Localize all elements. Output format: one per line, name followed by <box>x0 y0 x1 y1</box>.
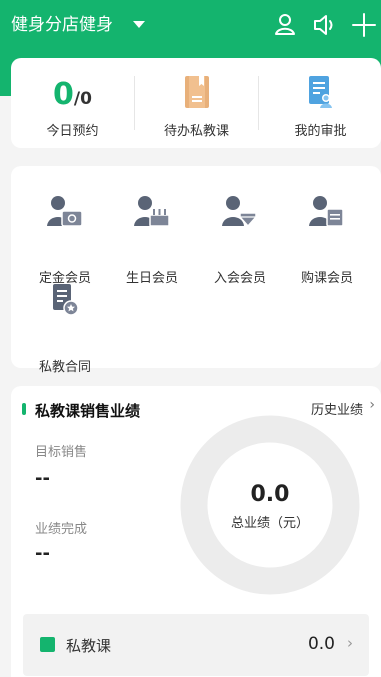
section-marker <box>22 403 26 415</box>
completion-value: -- <box>35 543 50 564</box>
person-icon[interactable] <box>273 12 299 38</box>
legend-swatch <box>40 637 55 652</box>
member-label: 私教合同 <box>38 360 91 375</box>
top-bar: 健身分店健身 <box>0 0 381 52</box>
stats-card: 0/0 今日预约 待办私教课 我的审批 <box>11 58 381 148</box>
approval-icon <box>309 76 332 108</box>
stat-my-approvals[interactable]: 我的审批 <box>259 58 381 148</box>
purchase-member-item[interactable]: 购课会员 <box>287 195 367 295</box>
category-row-private-training[interactable]: 私教课 0.0 › <box>23 614 369 676</box>
members-card: 定金会员 生日会员 入会会员 购课会员 私教合同 <box>11 166 381 375</box>
target-sales-value: -- <box>35 468 50 489</box>
book-icon <box>185 76 209 108</box>
today-appointments-value: 0/0 <box>53 77 92 112</box>
join-member-icon <box>222 196 257 227</box>
plus-icon[interactable] <box>351 12 377 38</box>
stat-label: 今日预约 <box>46 124 99 139</box>
contract-item[interactable]: 私教合同 <box>25 284 105 375</box>
total-performance-value: 0.0 <box>250 482 290 507</box>
deposit-member-item[interactable]: 定金会员 <box>25 195 105 295</box>
join-member-item[interactable]: 入会会员 <box>200 195 280 295</box>
member-label: 入会会员 <box>213 271 266 286</box>
stat-today-appointments[interactable]: 0/0 今日预约 <box>11 58 134 148</box>
purchase-member-icon <box>309 196 344 227</box>
store-name[interactable]: 健身分店健身 <box>11 14 113 36</box>
birthday-member-item[interactable]: 生日会员 <box>112 195 192 295</box>
member-label: 生日会员 <box>125 271 178 286</box>
performance-card: 私教课销售业绩 历史业绩 › 目标销售 -- 业绩完成 -- 0.0 总业绩（元… <box>11 386 381 677</box>
birthday-member-icon <box>134 196 170 227</box>
deposit-member-icon <box>47 196 83 227</box>
completion-label: 业绩完成 <box>35 522 88 537</box>
stat-pending-pt[interactable]: 待办私教课 <box>135 58 258 148</box>
contract-icon <box>53 284 79 316</box>
section-title: 私教课销售业绩 <box>35 402 141 420</box>
category-value: 0.0 <box>307 634 335 654</box>
speaker-icon[interactable] <box>312 12 338 38</box>
stat-label: 我的审批 <box>294 124 347 139</box>
category-label: 私教课 <box>66 637 112 655</box>
member-label: 购课会员 <box>300 271 353 286</box>
chevron-right-icon[interactable]: › <box>369 397 375 413</box>
target-sales-label: 目标销售 <box>35 445 88 460</box>
stat-label: 待办私教课 <box>163 124 229 139</box>
total-performance-label: 总业绩（元） <box>230 516 309 531</box>
chevron-down-icon[interactable] <box>133 21 145 28</box>
chevron-right-icon[interactable]: › <box>347 634 353 652</box>
